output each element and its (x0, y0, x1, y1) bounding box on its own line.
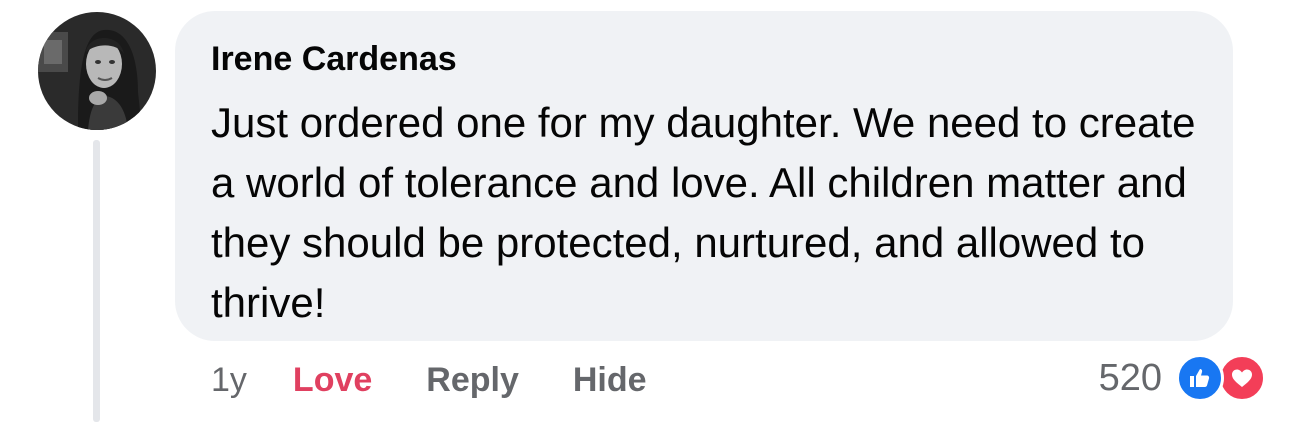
reaction-icons (1176, 352, 1268, 404)
love-button[interactable]: Love (293, 356, 372, 404)
comment-timestamp[interactable]: 1y (211, 356, 247, 404)
avatar[interactable] (38, 12, 156, 130)
comment-author[interactable]: Irene Cardenas (211, 37, 1203, 81)
comment-text: Just ordered one for my daughter. We nee… (211, 99, 1196, 326)
reply-button[interactable]: Reply (426, 356, 519, 404)
comment-bubble: Irene Cardenas Just ordered one for my d… (175, 11, 1233, 341)
reaction-count: 520 (1098, 357, 1162, 399)
comment: Irene Cardenas Just ordered one for my d… (0, 0, 1290, 422)
like-icon (1176, 354, 1224, 402)
hide-button[interactable]: Hide (573, 356, 647, 404)
comment-actions: 1y Love Reply Hide (211, 356, 647, 404)
love-icon (1218, 354, 1266, 402)
reaction-summary[interactable]: 520 (1099, 352, 1268, 404)
thread-line (93, 140, 100, 422)
